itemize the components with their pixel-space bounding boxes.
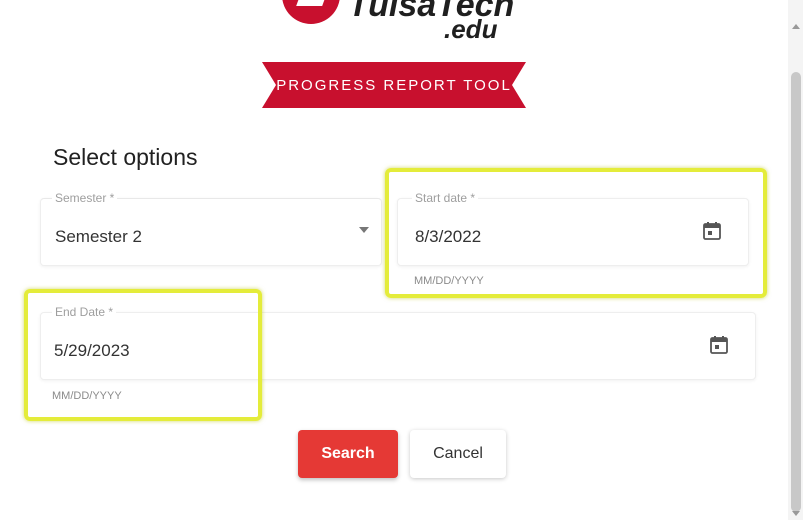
calendar-icon[interactable] <box>709 335 729 355</box>
progress-report-page: TulsaTech .edu PROGRESS REPORT TOOL Sele… <box>0 0 803 520</box>
end-date-highlight <box>24 289 262 421</box>
title-banner: PROGRESS REPORT TOOL <box>262 62 526 108</box>
chevron-down-icon[interactable] <box>359 227 369 233</box>
logo-suffix: .edu <box>444 14 498 44</box>
page-title: Select options <box>53 144 198 170</box>
cancel-button[interactable]: Cancel <box>410 430 506 478</box>
search-button[interactable]: Search <box>298 430 398 478</box>
semester-select[interactable]: Semester * Semester 2 <box>40 191 382 266</box>
semester-value: Semester 2 <box>55 227 142 246</box>
banner-title: PROGRESS REPORT TOOL <box>276 76 512 94</box>
start-date-highlight <box>385 168 767 298</box>
scroll-down-icon[interactable] <box>792 511 800 516</box>
semester-label: Semester * <box>52 191 118 205</box>
scroll-up-icon[interactable] <box>792 24 800 29</box>
scrollbar-thumb[interactable] <box>791 72 801 512</box>
tulsatech-logo-mark <box>282 0 340 24</box>
